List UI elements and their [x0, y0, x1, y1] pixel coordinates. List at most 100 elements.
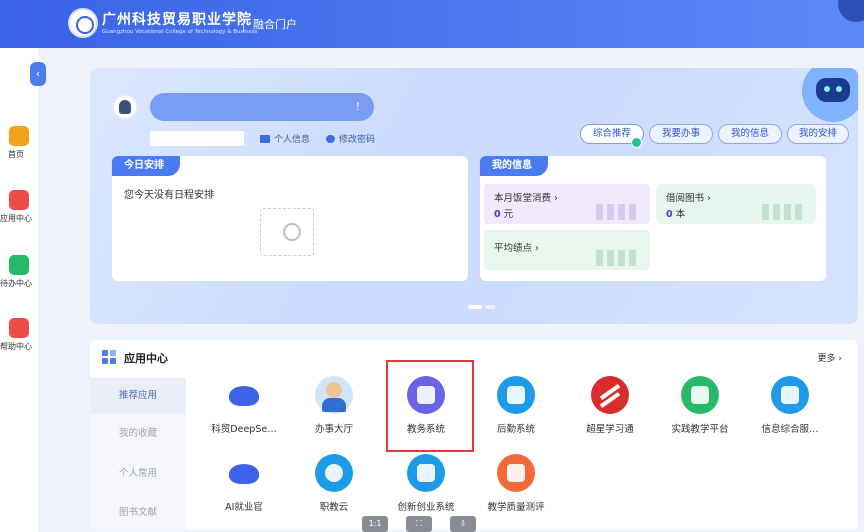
practice-icon	[681, 376, 719, 414]
tab-label: 综合推荐	[592, 128, 631, 139]
app-label: 创新创业系统	[397, 502, 455, 513]
change-password-link[interactable]: 修改密码	[326, 132, 375, 145]
whale-icon	[225, 376, 263, 414]
app-label: 科贸DeepSe…	[211, 424, 277, 435]
id-card-icon	[260, 135, 270, 143]
help-icon	[9, 318, 29, 338]
tile-label: 本月饭堂消费 ›	[494, 193, 558, 204]
app-ai-employment[interactable]: AI就业官	[198, 454, 290, 513]
app-label: 职教云	[319, 502, 349, 513]
app-label: 实践教学平台	[671, 424, 729, 435]
empty-document-icon	[260, 208, 314, 256]
app-chaoxing[interactable]: 超星学习通	[564, 376, 656, 435]
app-logistics[interactable]: 后勤系统	[470, 376, 562, 435]
app-center-title: 应用中心	[124, 352, 168, 365]
app-service-hall[interactable]: 办事大厅	[288, 376, 380, 435]
collapse-sidebar-button[interactable]: ‹	[30, 62, 46, 86]
tile-value-number: 0	[494, 209, 501, 220]
more-link[interactable]: 更多 ›	[818, 351, 842, 364]
schedule-card: 今日安排 您今天没有日程安排	[112, 156, 468, 281]
tab-recommended-apps[interactable]: 推荐应用	[90, 378, 186, 414]
school-name-en: Guangzhou Vocational College of Technolo…	[102, 29, 258, 35]
tile-label-text: 平均绩点	[494, 243, 533, 254]
tile-unit: 元	[503, 209, 514, 220]
profile-link-label: 个人信息	[274, 135, 311, 145]
fit-screen-icon[interactable]: ⛶	[406, 516, 432, 532]
sidebar-item-apps[interactable]: 应用中心	[0, 190, 38, 224]
app-center-panel: 应用中心 更多 › 推荐应用 我的收藏 个人常用 图书文献 科贸DeepSe… …	[90, 340, 858, 530]
app-innovation-system[interactable]: 创新创业系统	[380, 454, 472, 513]
folder-icon	[407, 454, 445, 492]
tab-library-resources[interactable]: 图书文献	[90, 495, 186, 531]
highlight-box	[386, 360, 474, 452]
school-name: 广州科技贸易职业学院	[102, 12, 252, 28]
header-divider	[243, 14, 244, 32]
school-logo-icon[interactable]	[68, 8, 98, 38]
chaoxing-icon	[591, 376, 629, 414]
app-practice-platform[interactable]: 实践教学平台	[654, 376, 746, 435]
tile-label-text: 借阅图书	[666, 193, 705, 204]
sidebar-item-home[interactable]: 首页	[0, 126, 38, 160]
service-hall-icon	[315, 376, 353, 414]
evaluation-icon	[497, 454, 535, 492]
carousel-dot-active[interactable]	[468, 305, 482, 309]
tab-frequent[interactable]: 个人常用	[90, 456, 186, 492]
tile-decoration	[762, 204, 806, 220]
sidebar-item-todo[interactable]: 待办中心	[0, 255, 38, 289]
app-teaching-evaluation[interactable]: 教学质量测评	[470, 454, 562, 513]
sidebar-item-label: 首页	[8, 150, 24, 159]
change-password-label: 修改密码	[339, 135, 376, 145]
app-label: 超星学习通	[586, 424, 634, 435]
tile-label: 借阅图书 ›	[666, 193, 711, 204]
assistant-robot-icon[interactable]	[802, 68, 858, 122]
tile-label-text: 本月饭堂消费	[494, 193, 552, 204]
key-icon	[326, 135, 335, 143]
check-icon	[631, 137, 642, 148]
sidebar-item-label: 应用中心	[0, 214, 32, 223]
whale-icon	[225, 454, 263, 492]
portal-title: 融合门户	[253, 18, 297, 31]
schedule-card-title: 今日安排	[112, 156, 180, 176]
greeting-banner: !	[150, 93, 374, 121]
logistics-icon	[497, 376, 535, 414]
carousel-dot[interactable]	[485, 305, 495, 309]
app-label: 办事大厅	[314, 424, 353, 435]
schedule-empty-text: 您今天没有日程安排	[124, 190, 214, 201]
tile-value: 0本	[666, 206, 685, 220]
app-label: AI就业官	[225, 502, 263, 513]
app-label: 后勤系统	[496, 424, 535, 435]
carousel-indicator[interactable]	[468, 294, 498, 313]
tab-services[interactable]: 我要办事	[649, 124, 713, 144]
zoom-actual-button[interactable]: 1:1	[362, 516, 388, 532]
app-info-service[interactable]: 信息综合服…	[744, 376, 836, 435]
tab-my-schedule[interactable]: 我的安排	[787, 124, 849, 144]
greeting-suffix: !	[355, 100, 360, 113]
app-tabs: 推荐应用 我的收藏 个人常用 图书文献	[90, 378, 186, 530]
tab-recommend[interactable]: 综合推荐	[580, 124, 644, 148]
sidebar-item-help[interactable]: 帮助中心	[0, 318, 38, 352]
tile-label: 平均绩点 ›	[494, 243, 539, 254]
username-field	[150, 131, 244, 146]
top-header: 广州科技贸易职业学院 Guangzhou Vocational College …	[0, 0, 864, 48]
profile-link[interactable]: 个人信息	[260, 132, 310, 145]
sidebar: 首页 应用中心 待办中心 帮助中心	[0, 48, 38, 532]
download-icon[interactable]: ⇩	[450, 516, 476, 532]
avatar[interactable]	[112, 94, 138, 120]
info-service-icon	[771, 376, 809, 414]
tile-gpa[interactable]: 平均绩点 ›	[484, 230, 650, 270]
my-info-card-title: 我的信息	[480, 156, 548, 176]
home-icon	[9, 126, 29, 146]
tile-value: 0元	[494, 206, 513, 220]
app-vocational-cloud[interactable]: 职教云	[288, 454, 380, 513]
tile-unit: 本	[675, 209, 686, 220]
more-label: 更多	[817, 354, 836, 364]
tab-my-info[interactable]: 我的信息	[718, 124, 782, 144]
tile-library[interactable]: 借阅图书 › 0本	[656, 184, 816, 224]
tile-decoration	[596, 250, 640, 266]
tile-canteen[interactable]: 本月饭堂消费 › 0元	[484, 184, 650, 224]
todo-icon	[9, 255, 29, 275]
app-deepseek[interactable]: 科贸DeepSe…	[198, 376, 290, 435]
sidebar-item-label: 帮助中心	[0, 342, 32, 351]
tab-favorites[interactable]: 我的收藏	[90, 416, 186, 452]
sidebar-item-label: 待办中心	[0, 279, 32, 288]
